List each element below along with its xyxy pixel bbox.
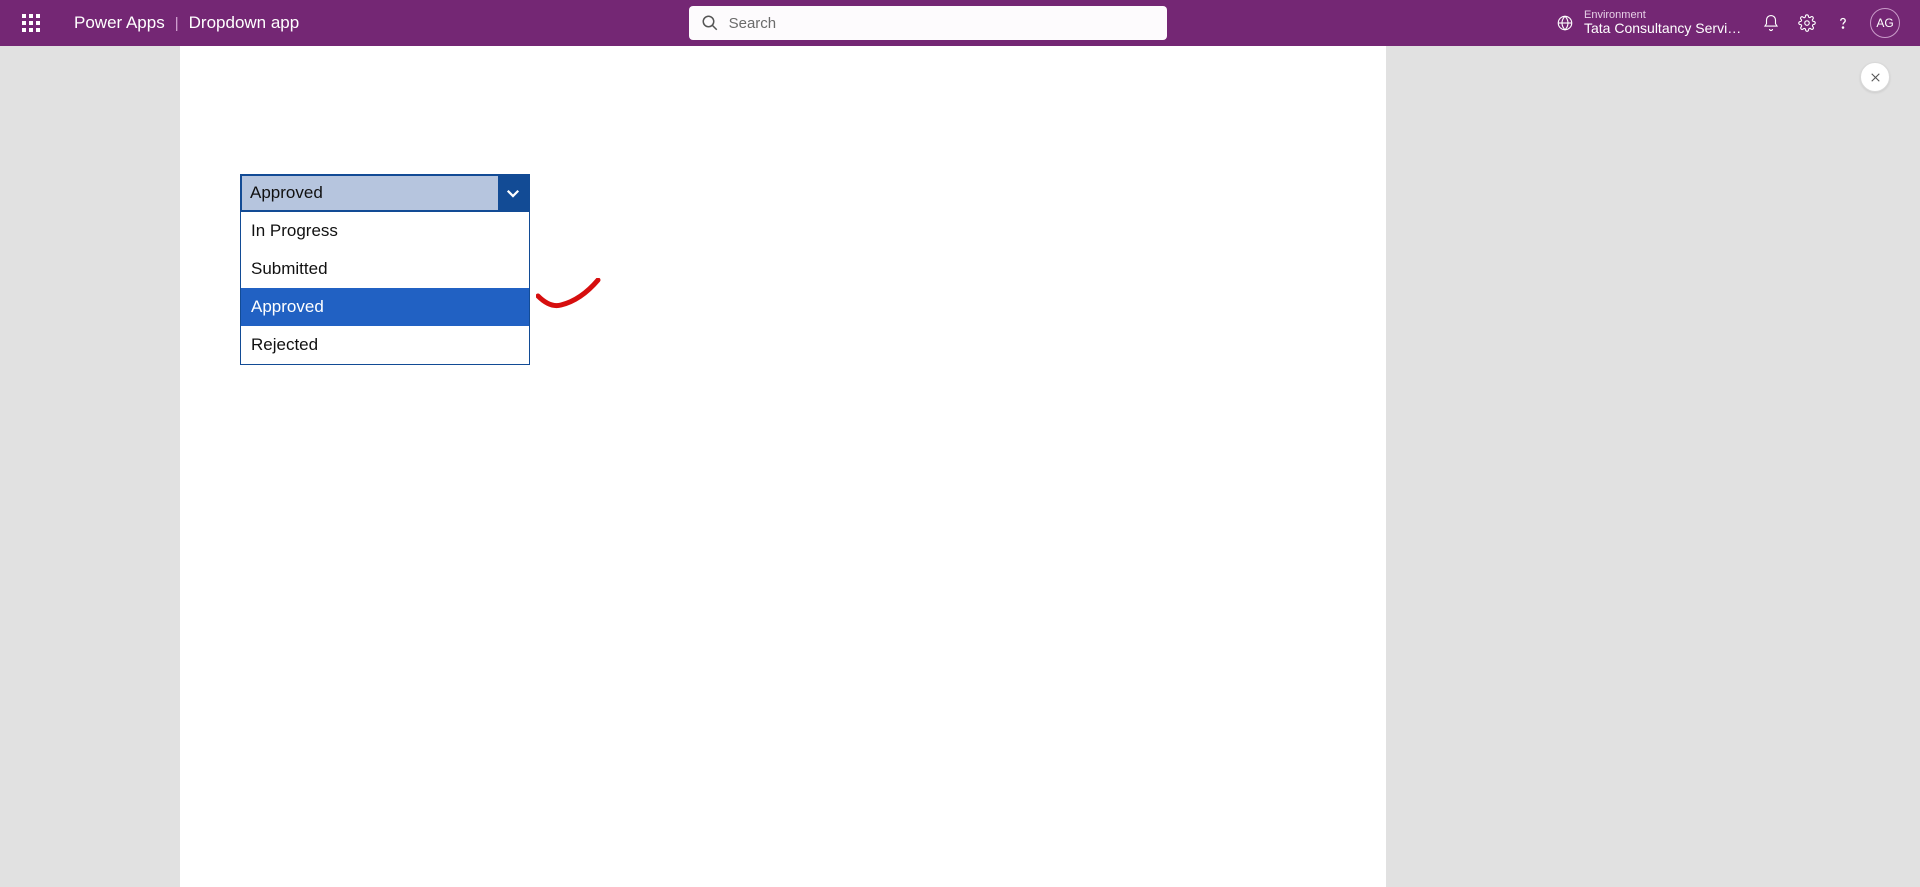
environment-text: Environment Tata Consultancy Servic... xyxy=(1584,9,1744,36)
avatar-initials: AG xyxy=(1876,16,1893,30)
search-icon xyxy=(701,14,719,32)
breadcrumb-separator: | xyxy=(175,15,179,32)
notifications-icon[interactable] xyxy=(1762,14,1780,32)
annotation-checkmark-icon xyxy=(536,278,606,318)
search-box[interactable] xyxy=(689,6,1167,40)
dropdown-option-rejected[interactable]: Rejected xyxy=(241,326,529,364)
dropdown-selected-label: Approved xyxy=(242,176,498,210)
status-dropdown[interactable]: Approved In Progress Submitted Approved … xyxy=(240,174,530,365)
chevron-down-icon[interactable] xyxy=(498,176,528,210)
page-body: Approved In Progress Submitted Approved … xyxy=(0,46,1920,887)
app-launcher-icon[interactable] xyxy=(16,8,46,38)
brand-breadcrumb: Power Apps | Dropdown app xyxy=(74,13,299,33)
dropdown-option-in-progress[interactable]: In Progress xyxy=(241,212,529,250)
environment-picker[interactable]: Environment Tata Consultancy Servic... xyxy=(1556,9,1744,36)
app-canvas: Approved In Progress Submitted Approved … xyxy=(180,46,1386,887)
settings-icon[interactable] xyxy=(1798,14,1816,32)
app-header: Power Apps | Dropdown app Environment Ta… xyxy=(0,0,1920,46)
product-name[interactable]: Power Apps xyxy=(74,13,165,33)
app-name[interactable]: Dropdown app xyxy=(189,13,300,33)
environment-label: Environment xyxy=(1584,9,1744,21)
dropdown-option-submitted[interactable]: Submitted xyxy=(241,250,529,288)
close-preview-button[interactable] xyxy=(1860,62,1890,92)
dropdown-option-approved[interactable]: Approved xyxy=(241,288,529,326)
header-right-group: Environment Tata Consultancy Servic... A… xyxy=(1556,8,1900,38)
dropdown-header[interactable]: Approved xyxy=(240,174,530,212)
user-avatar[interactable]: AG xyxy=(1870,8,1900,38)
environment-icon xyxy=(1556,14,1574,32)
environment-value: Tata Consultancy Servic... xyxy=(1584,21,1744,36)
dropdown-list: In Progress Submitted Approved Rejected xyxy=(240,212,530,365)
help-icon[interactable] xyxy=(1834,14,1852,32)
search-input[interactable] xyxy=(729,15,1155,32)
